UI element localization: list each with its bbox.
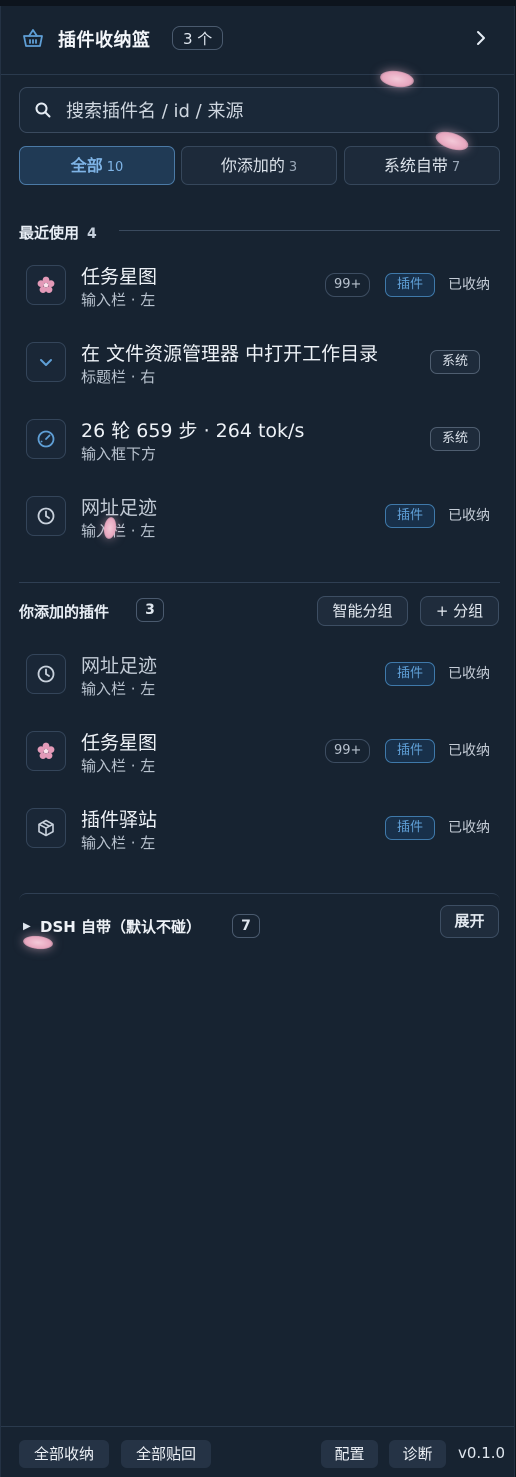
- panel-header: 插件收纳篮 3 个: [1, 6, 514, 75]
- recent-section-count: 4: [87, 226, 97, 242]
- add-group-button[interactable]: + 分组: [420, 596, 499, 626]
- list-item[interactable]: 任务星图 输入栏 · 左 99+ 插件 已收纳: [19, 720, 500, 786]
- item-name: 插件驿站: [81, 809, 158, 831]
- added-section-header: 你添加的插件: [19, 601, 109, 625]
- config-button[interactable]: 配置: [321, 1440, 378, 1468]
- speedometer-icon: [37, 430, 55, 448]
- added-section-title: 你添加的插件: [19, 603, 110, 621]
- item-location: 输入栏 · 左: [81, 834, 156, 852]
- list-item[interactable]: 网址足迹 输入栏 · 左 插件 已收纳: [19, 643, 500, 709]
- dsh-builtin-group[interactable]: ▶ DSH 自带（默认不碰） 7: [19, 893, 500, 954]
- item-name: 在 文件资源管理器 中打开工作目录: [81, 343, 379, 365]
- tab-label: 你添加的: [220, 156, 285, 175]
- clock-icon: [37, 507, 55, 525]
- list-item[interactable]: 网址足迹 输入栏 · 左 插件 已收纳: [19, 485, 500, 551]
- smart-group-button[interactable]: 智能分组: [317, 596, 408, 626]
- count-badge: 99+: [325, 739, 371, 763]
- item-location: 输入栏 · 左: [81, 757, 156, 775]
- stored-status: 已收纳: [448, 277, 490, 293]
- panel-title: 插件收纳篮: [58, 30, 151, 51]
- item-location: 输入栏 · 左: [81, 291, 156, 309]
- chevron-right-icon[interactable]: [471, 28, 491, 48]
- dsh-group-count: 7: [232, 914, 260, 938]
- tab-added[interactable]: 你添加的 3: [181, 146, 337, 185]
- stored-status: 已收纳: [448, 508, 490, 524]
- clock-icon: [37, 665, 55, 683]
- item-location: 输入栏 · 左: [81, 680, 156, 698]
- list-item[interactable]: 任务星图 输入栏 · 左 99+ 插件 已收纳: [19, 254, 500, 320]
- flower-icon: [37, 742, 55, 759]
- box-icon: [38, 819, 54, 837]
- list-item[interactable]: 插件驿站 输入栏 · 左 插件 已收纳: [19, 797, 500, 863]
- search-icon: [35, 102, 51, 118]
- triangle-right-icon[interactable]: ▶: [23, 921, 31, 932]
- section-rule: [119, 230, 500, 231]
- dsh-group-label: DSH 自带（默认不碰）: [40, 918, 202, 936]
- item-location: 输入框下方: [81, 445, 157, 463]
- search-box: [19, 87, 499, 134]
- restore-all-button[interactable]: 全部贴回: [121, 1440, 211, 1468]
- tab-count: 10: [106, 160, 124, 175]
- expand-button[interactable]: 展开: [440, 905, 499, 938]
- diagnose-button[interactable]: 诊断: [389, 1440, 446, 1468]
- plugin-tag: 插件: [385, 662, 435, 686]
- plugin-tag: 插件: [385, 816, 435, 840]
- panel-footer: 全部收纳 全部贴回 配置 诊断 v0.1.0: [1, 1426, 514, 1477]
- added-section-count: 3: [136, 598, 164, 622]
- list-item[interactable]: 26 轮 659 步 · 264 tok/s 输入框下方 系统: [19, 408, 500, 474]
- plugin-tag: 插件: [385, 273, 435, 297]
- plugin-tag: 插件: [385, 739, 435, 763]
- list-item[interactable]: 在 文件资源管理器 中打开工作目录 标题栏 · 右 系统: [19, 331, 500, 397]
- tab-label: 全部: [70, 156, 103, 175]
- system-tag: 系统: [430, 427, 480, 451]
- item-icon-box: [26, 265, 66, 305]
- item-name: 26 轮 659 步 · 264 tok/s: [81, 420, 305, 442]
- item-location: 标题栏 · 右: [81, 368, 156, 386]
- item-name: 任务星图: [81, 732, 158, 754]
- filter-tabs: 全部 10 你添加的 3 系统自带 7: [19, 146, 500, 186]
- search-input[interactable]: [64, 88, 488, 134]
- item-icon-box: [26, 731, 66, 771]
- recent-section-title: 最近使用: [19, 224, 80, 242]
- count-badge: 99+: [325, 273, 371, 297]
- chevron-down-icon: [40, 359, 52, 366]
- item-name: 网址足迹: [81, 497, 158, 519]
- basket-icon: [23, 29, 43, 47]
- stored-status: 已收纳: [448, 820, 490, 836]
- system-tag: 系统: [430, 350, 480, 374]
- version-label: v0.1.0: [458, 1444, 506, 1462]
- plugin-basket-panel: 插件收纳篮 3 个 全部10 你添加的3 系统自带7 最近使用4 任务星图: [0, 6, 515, 1477]
- collapse-all-button[interactable]: 全部收纳: [19, 1440, 109, 1468]
- stored-status: 已收纳: [448, 666, 490, 682]
- section-divider: [19, 582, 500, 583]
- tab-all[interactable]: 全部 10: [19, 146, 175, 185]
- item-icon-box: [26, 419, 66, 459]
- header-count-badge: 3 个: [172, 26, 224, 50]
- item-icon-box: [26, 654, 66, 694]
- item-location: 输入栏 · 左: [81, 522, 156, 540]
- item-icon-box: [26, 342, 66, 382]
- tab-system[interactable]: 系统自带 7: [344, 146, 500, 185]
- recent-section-header: 最近使用 4: [19, 222, 97, 246]
- item-name: 任务星图: [81, 266, 158, 288]
- flower-icon: [37, 276, 55, 293]
- item-name: 网址足迹: [81, 655, 158, 677]
- tab-count: 3: [288, 160, 298, 175]
- stored-status: 已收纳: [448, 743, 490, 759]
- tab-label: 系统自带: [383, 156, 448, 175]
- plugin-tag: 插件: [385, 504, 435, 528]
- item-icon-box: [26, 496, 66, 536]
- tab-count: 7: [451, 160, 461, 175]
- item-icon-box: [26, 808, 66, 848]
